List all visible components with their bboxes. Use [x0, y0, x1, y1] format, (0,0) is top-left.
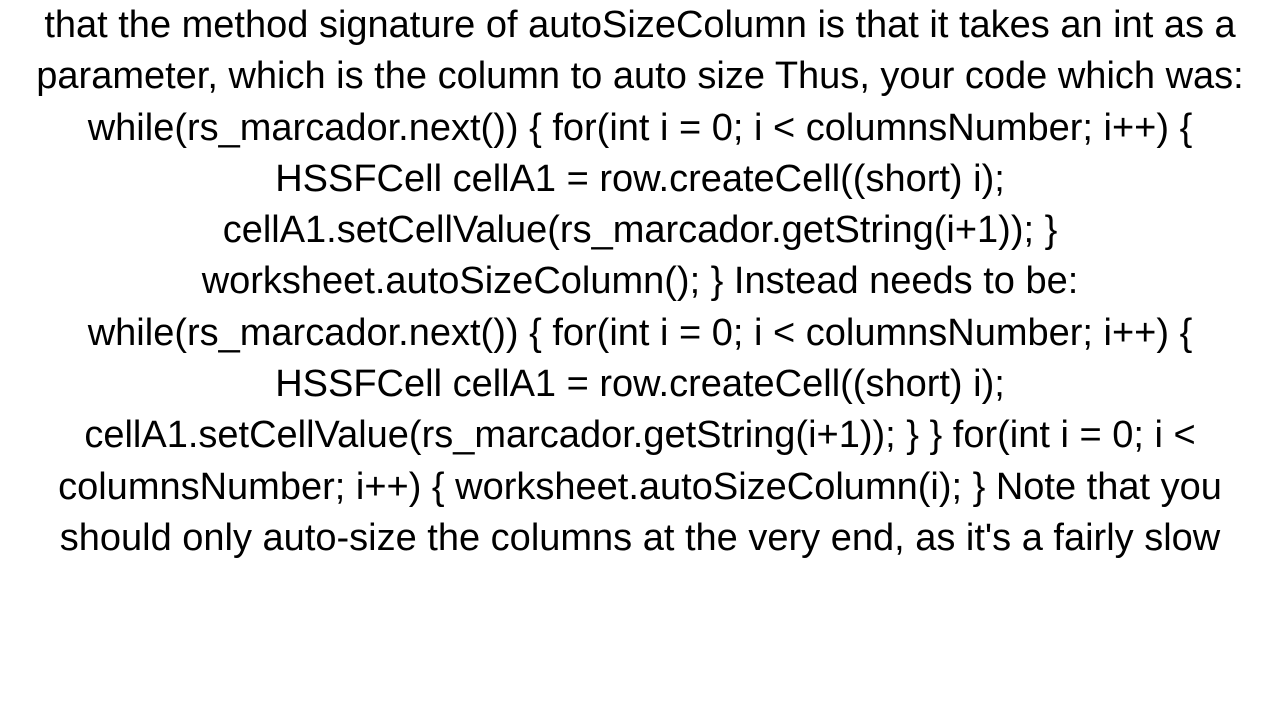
- body-text: that the method signature of autoSizeCol…: [36, 4, 1243, 559]
- document-body: that the method signature of autoSizeCol…: [0, 0, 1280, 564]
